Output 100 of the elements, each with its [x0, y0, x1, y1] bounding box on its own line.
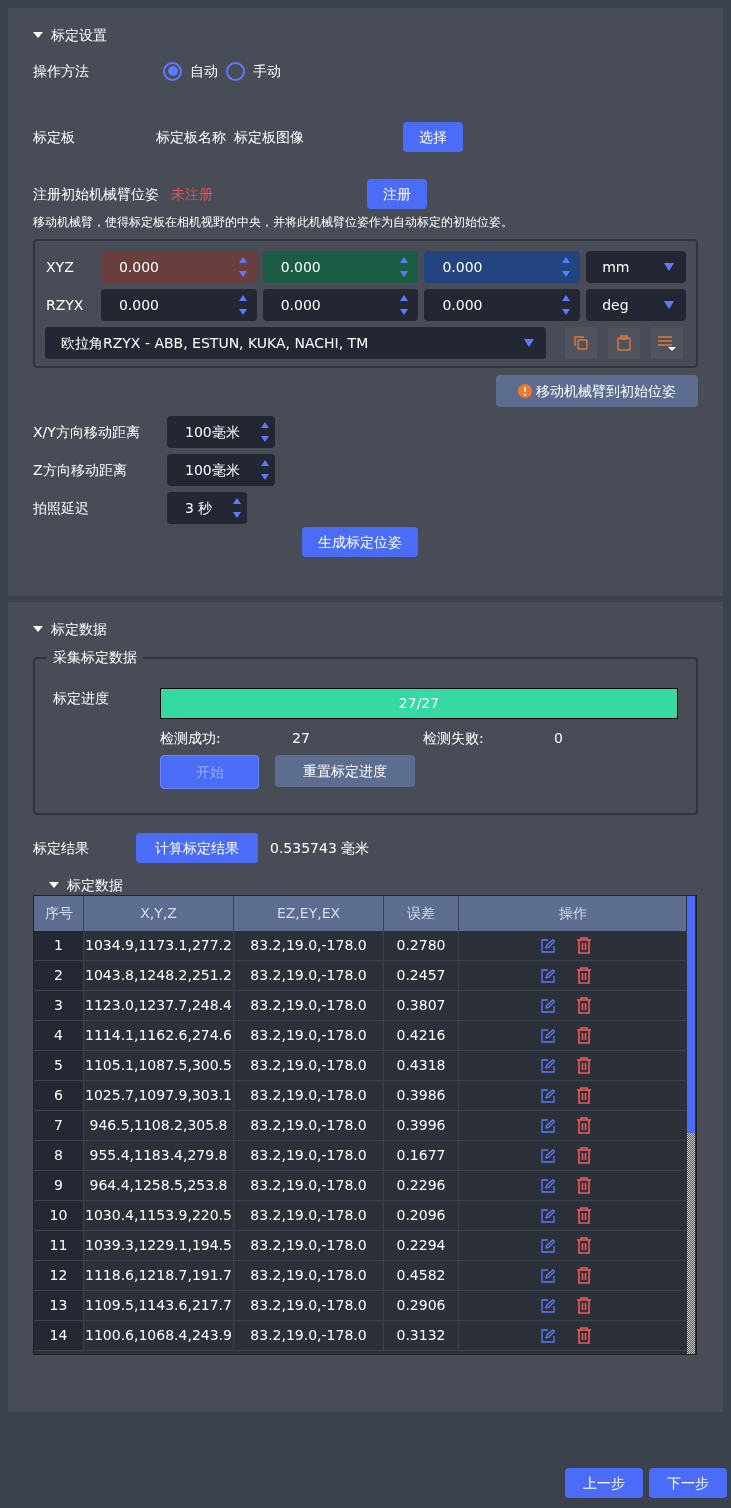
edit-icon[interactable] [541, 1208, 555, 1223]
section-title[interactable]: 标定设置 [51, 24, 107, 46]
spinner-arrows-icon[interactable] [400, 256, 409, 278]
unit-dropdown[interactable]: deg [586, 289, 686, 321]
delete-icon[interactable] [576, 997, 592, 1014]
number-field[interactable]: 0.000 [100, 251, 257, 283]
delete-icon[interactable] [576, 1087, 592, 1104]
delete-icon[interactable] [576, 1147, 592, 1164]
spinner-arrows-icon[interactable] [261, 421, 269, 443]
edit-icon[interactable] [541, 1268, 555, 1283]
button[interactable]: 计算标定结果 [136, 833, 258, 863]
column-header: 操作 [557, 904, 588, 923]
table-cell: 1105.1,1087.5,300.5 [84, 1051, 234, 1080]
move-to-start-button[interactable]: 移动机械臂到初始位姿 [496, 375, 698, 407]
table-cell: 83.2,19.0,-178.0 [234, 1201, 384, 1230]
number-field[interactable]: 3 秒 [167, 492, 247, 524]
button[interactable]: 上一步 [565, 1468, 643, 1498]
number-field[interactable]: 0.000 [100, 289, 257, 321]
table-cell: 1030.4,1153.9,220.5 [84, 1201, 234, 1230]
table-cell: 0.2780 [384, 931, 459, 960]
section-title[interactable]: 标定数据 [51, 618, 107, 640]
scrollbar[interactable] [686, 896, 696, 1354]
spinner-arrows-icon[interactable] [562, 256, 571, 278]
table-cell: 83.2,19.0,-178.0 [234, 991, 384, 1020]
delete-icon[interactable] [576, 1117, 592, 1134]
edit-icon[interactable] [541, 998, 555, 1013]
delete-icon[interactable] [576, 937, 592, 954]
collapse-triangle-icon[interactable] [33, 625, 43, 633]
number-field[interactable]: 0.000 [424, 251, 581, 283]
button[interactable]: 重置标定进度 [275, 755, 415, 787]
spinner-arrows-icon[interactable] [261, 459, 269, 481]
number-field[interactable]: 0.000 [262, 289, 419, 321]
edit-icon[interactable] [541, 968, 555, 983]
spinner-arrows-icon[interactable] [562, 294, 571, 316]
table-cell: 2 [34, 961, 84, 990]
table-cell: 83.2,19.0,-178.0 [234, 1141, 384, 1170]
number-field[interactable]: 0.000 [424, 289, 581, 321]
edit-icon[interactable] [541, 1058, 555, 1073]
field-label: X/Y方向移动距离 [33, 422, 141, 442]
radio-label[interactable]: 自动 [190, 60, 218, 82]
edit-icon[interactable] [541, 1238, 555, 1253]
column-header: EZ,EY,EX [234, 896, 384, 931]
delete-icon[interactable] [576, 1327, 592, 1344]
button[interactable]: 生成标定位姿 [301, 527, 418, 557]
collapse-triangle-icon[interactable] [49, 881, 59, 889]
delete-icon[interactable] [576, 1237, 592, 1254]
edit-icon[interactable] [541, 1178, 555, 1193]
table-cell: 0.2096 [384, 1201, 459, 1230]
button[interactable]: 下一步 [649, 1468, 727, 1498]
edit-icon[interactable] [541, 1118, 555, 1133]
edit-icon[interactable] [541, 1088, 555, 1103]
collapse-triangle-icon[interactable] [33, 31, 43, 39]
spinner-arrows-icon[interactable] [400, 294, 409, 316]
stat-label: 检测失败: [423, 728, 485, 748]
table-cell: 0.3132 [384, 1321, 459, 1350]
field-label: Z方向移动距离 [33, 460, 128, 480]
button[interactable]: 注册 [367, 179, 427, 209]
edit-icon[interactable] [541, 1028, 555, 1043]
row-label: XYZ [45, 257, 75, 277]
status-text: 未注册 [171, 184, 214, 204]
number-field[interactable]: 100毫米 [167, 454, 275, 486]
number-field[interactable]: 0.000 [262, 251, 419, 283]
number-field[interactable]: 100毫米 [167, 416, 275, 448]
table-cell: 4 [34, 1021, 84, 1050]
radio-button[interactable] [163, 61, 182, 81]
table-cell: 8 [34, 1141, 84, 1170]
edit-icon[interactable] [541, 1328, 555, 1343]
delete-icon[interactable] [576, 967, 592, 984]
edit-icon[interactable] [541, 1298, 555, 1313]
table-title[interactable]: 标定数据 [67, 874, 123, 896]
spinner-arrows-icon[interactable] [238, 256, 247, 278]
spinner-arrows-icon[interactable] [238, 294, 247, 316]
radio-label[interactable]: 手动 [253, 60, 281, 82]
button[interactable]: 选择 [403, 122, 463, 152]
table-cell: 14 [34, 1321, 84, 1350]
unit-dropdown[interactable]: mm [586, 251, 686, 283]
table-cell: 83.2,19.0,-178.0 [234, 1261, 384, 1290]
edit-icon[interactable] [541, 1148, 555, 1163]
table-cell: 0.4318 [384, 1051, 459, 1080]
field-label: 标定结果 [33, 838, 90, 858]
delete-icon[interactable] [576, 1177, 592, 1194]
table-cell: 964.4,1258.5,253.8 [84, 1171, 234, 1200]
delete-icon[interactable] [576, 1267, 592, 1284]
delete-icon[interactable] [576, 1207, 592, 1224]
radio-button[interactable] [226, 61, 245, 81]
edit-icon[interactable] [541, 938, 555, 953]
delete-icon[interactable] [576, 1297, 592, 1314]
table-cell: 13 [34, 1291, 84, 1320]
delete-icon[interactable] [576, 1057, 592, 1074]
field-label: 标定板 [33, 127, 76, 147]
column-header: 误差 [384, 896, 459, 931]
column-header: X,Y,Z [84, 896, 234, 931]
delete-icon[interactable] [576, 1027, 592, 1044]
convention-dropdown[interactable]: 欧拉角RZYX - ABB, ESTUN, KUKA, NACHI, TM [45, 327, 546, 359]
table-cell: 1 [34, 931, 84, 960]
table-cell: 0.3996 [384, 1111, 459, 1140]
dropdown-caret-icon [524, 339, 534, 347]
table-cell: 1118.6,1218.7,191.7 [84, 1261, 234, 1290]
table-cell: 0.2294 [384, 1231, 459, 1260]
spinner-arrows-icon[interactable] [233, 497, 241, 519]
